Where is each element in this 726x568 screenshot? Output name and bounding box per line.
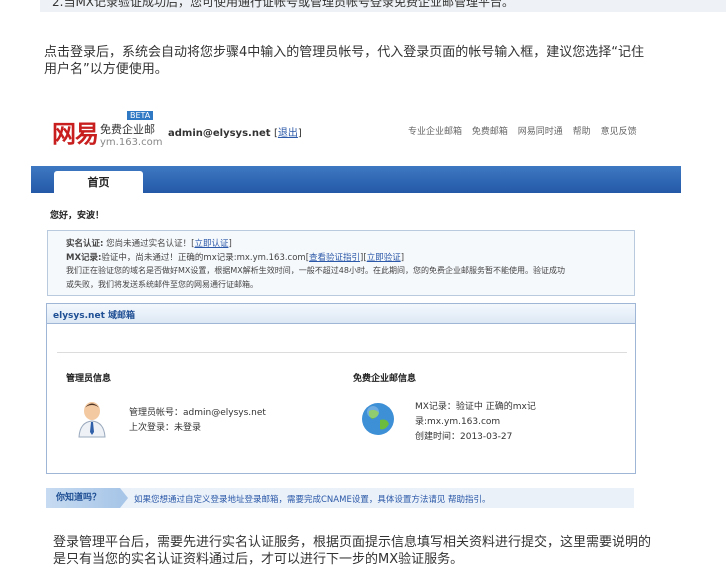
mx-mid: ][ (360, 253, 367, 263)
mx-record: 录:mx.ym.163.com (415, 417, 501, 427)
realname-label: 实名认证: (66, 239, 104, 249)
account-user: admin@elysys.net (168, 128, 271, 139)
domain-panel: elysys.net 域邮箱 管理员信息 管理员帐号：admin@elysys.… (46, 303, 636, 474)
view-guide-link[interactable]: 查看验证指引 (309, 253, 360, 263)
bracket-close: ] (297, 128, 302, 139)
admin-avatar-icon (77, 400, 107, 442)
greeting: 您好，安波！ (50, 211, 105, 221)
mx-text: 验证中，尚未通过！正确的mx记录:mx.ym.163.com[ (101, 253, 310, 263)
panel-title: elysys.net 域邮箱 (53, 311, 136, 321)
verify-mx-link[interactable]: 立即验证 (367, 253, 401, 263)
tab-home[interactable]: 首页 (54, 171, 143, 193)
panel-divider (57, 352, 627, 353)
admin-info: 管理员帐号：admin@elysys.net 上次登录：未登录 (129, 406, 266, 436)
realname-line: 实名认证: 您尚未通过实名认证！[立即认证] (66, 237, 232, 249)
status-notice: 实名认证: 您尚未通过实名认证！[立即认证] MX记录:验证中，尚未通过！正确的… (47, 230, 635, 296)
tip-text[interactable]: 如果您想通过自定义登录地址登录邮箱，需要完成CNAME设置，具体设置方法请见 帮… (134, 493, 491, 505)
panel-header: elysys.net 域邮箱 (47, 304, 635, 324)
tip-tag: 你知道吗？ (46, 488, 120, 508)
tip-arrow-icon (120, 488, 128, 508)
netease-logo: 网易 (52, 120, 99, 148)
notice-line-3: 我们正在验证您的域名是否做好MX设置，根据MX解析生效时间，一般不超过48小时。… (66, 266, 565, 275)
link-pro-mail[interactable]: 专业企业邮箱 (408, 127, 462, 137)
realname-end: ] (228, 239, 232, 249)
link-help[interactable]: 帮助 (573, 127, 591, 137)
tip-bar: 你知道吗？ 如果您想通过自定义登录地址登录邮箱，需要完成CNAME设置，具体设置… (46, 488, 634, 508)
account-info: admin@elysys.net [退出] (168, 124, 302, 139)
top-note-text: 2.当MX记录验证成功后，您可使用通行证帐号或管理员帐号登录免费企业邮管理平台。 (52, 0, 515, 9)
top-links: 专业企业邮箱 免费邮箱 网易同时通 帮助 意见反馈 (408, 124, 644, 137)
last-login: 上次登录：未登录 (129, 423, 202, 433)
top-note-banner: 2.当MX记录验证成功后，您可使用通行证帐号或管理员帐号登录免费企业邮管理平台。 (40, 0, 726, 12)
link-feedback[interactable]: 意见反馈 (601, 127, 637, 137)
logout-link[interactable]: 退出 (278, 128, 298, 139)
bottom-text: 登录管理平台后，需要先进行实名认证服务，根据页面提示信息填写相关资料进行提交，这… (53, 535, 652, 567)
link-free-mail[interactable]: 免费邮箱 (472, 127, 508, 137)
product-name: 免费企业邮 (100, 123, 155, 136)
created-date: 创建时间：2013-03-27 (415, 432, 513, 442)
realname-text: 您尚未通过实名认证！[ (106, 239, 195, 249)
mx-line: MX记录:验证中，尚未通过！正确的mx记录:mx.ym.163.com[查看验证… (66, 251, 404, 263)
verify-now-link[interactable]: 立即认证 (194, 239, 228, 249)
globe-icon (361, 402, 395, 440)
intro-text: 点击登录后，系统会自动将您步骤4中输入的管理员帐号，代入登录页面的帐号输入框，建… (44, 45, 645, 77)
mx-status: MX记录：验证中 正确的mx记 (415, 402, 536, 412)
free-mail-info: MX记录：验证中 正确的mx记 录:mx.ym.163.com 创建时间：201… (415, 400, 536, 445)
free-mail-section-title: 免费企业邮信息 (353, 374, 417, 384)
admin-section-title: 管理员信息 (66, 374, 112, 384)
mx-label: MX记录: (66, 253, 102, 263)
link-popo[interactable]: 网易同时通 (518, 127, 563, 137)
beta-badge: BETA (127, 111, 154, 120)
admin-account: 管理员帐号：admin@elysys.net (129, 408, 266, 418)
mx-end: ] (400, 253, 405, 263)
product-domain: ym.163.com (100, 137, 163, 148)
notice-line-4: 或失败，我们将发送系统邮件至您的网易通行证邮箱。 (66, 280, 258, 289)
